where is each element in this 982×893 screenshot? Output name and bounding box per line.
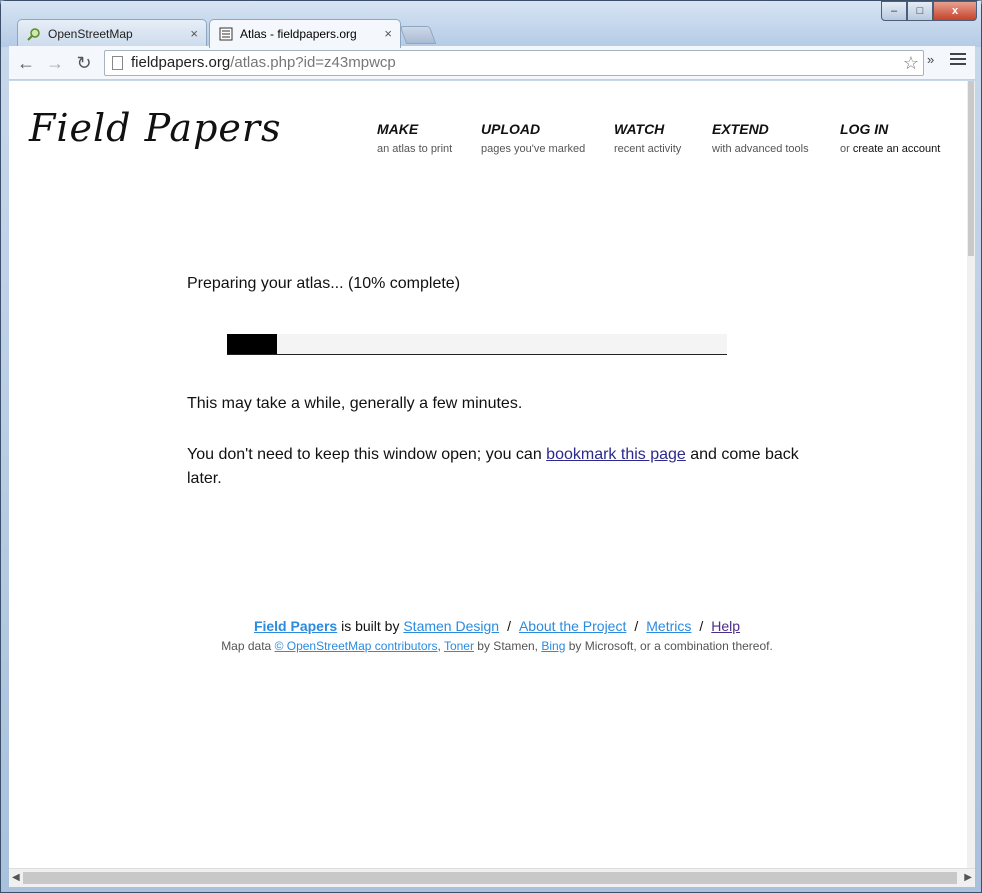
field-papers-link[interactable]: Field Papers [254, 618, 337, 634]
progress-bar [227, 334, 727, 355]
tab-atlas[interactable]: Atlas - fieldpapers.org × [209, 19, 401, 48]
nav-upload[interactable]: UPLOAD pages you've marked [481, 121, 585, 155]
address-path: /atlas.php?id=z43mpwcp [230, 54, 396, 71]
nav-title: MAKE [377, 121, 419, 137]
tab-openstreetmap[interactable]: OpenStreetMap × [17, 19, 207, 47]
nav-title: UPLOAD [481, 121, 541, 137]
address-bar[interactable]: fieldpapers.org/atlas.php?id=z43mpwcp ☆ [104, 50, 924, 76]
progress-fill [227, 334, 277, 354]
close-window-button[interactable]: x [933, 1, 977, 21]
new-tab-button[interactable] [399, 26, 437, 44]
magnifier-icon [27, 28, 40, 41]
forward-icon[interactable]: → [44, 52, 66, 74]
vertical-scrollbar[interactable] [967, 81, 975, 868]
bookmark-star-icon[interactable]: ☆ [903, 51, 919, 75]
about-link[interactable]: About the Project [519, 618, 626, 634]
browser-toolbar: ← → ↻ fieldpapers.org/atlas.php?id=z43mp… [9, 46, 975, 80]
site-logo[interactable]: Field Papers [29, 106, 282, 150]
help-link[interactable]: Help [711, 618, 740, 634]
nav-subtitle: recent activity [614, 143, 682, 155]
toner-link[interactable]: Toner [444, 639, 474, 653]
stamen-design-link[interactable]: Stamen Design [403, 618, 499, 634]
tab-label: OpenStreetMap [48, 27, 133, 41]
window-controls: – □ x [881, 1, 977, 21]
menu-icon[interactable] [950, 53, 966, 68]
create-account-link[interactable]: create an account [853, 143, 940, 155]
footer: Field Papers is built by Stamen Design / A… [9, 618, 967, 653]
page-icon [112, 56, 123, 70]
scroll-right-icon[interactable]: ▶ [964, 872, 972, 883]
page-viewport: Field Papers MAKE an atlas to print UPLO… [9, 81, 967, 868]
back-icon[interactable]: ← [15, 52, 37, 74]
bookmark-link[interactable]: bookmark this page [546, 446, 686, 463]
metrics-link[interactable]: Metrics [646, 618, 691, 634]
wait-note: This may take a while, generally a few m… [187, 395, 523, 412]
status-text: Preparing your atlas... (10% complete) [187, 275, 461, 292]
nav-make[interactable]: MAKE an atlas to print [377, 121, 452, 155]
nav-title: WATCH [614, 121, 665, 137]
maximize-button[interactable]: □ [907, 1, 933, 21]
close-tab-icon[interactable]: × [384, 20, 392, 48]
osm-link[interactable]: © OpenStreetMap contributors [275, 639, 438, 653]
atlas-favicon-icon [219, 27, 233, 41]
bookmark-note: You don't need to keep this window open;… [187, 446, 799, 487]
map-attribution: Map data © OpenStreetMap contributors, T… [221, 639, 773, 653]
horizontal-scrollbar[interactable]: ◀ ▶ [9, 868, 975, 887]
extensions-overflow-icon[interactable]: » [927, 52, 934, 67]
nav-title: EXTEND [712, 121, 769, 137]
bing-link[interactable]: Bing [541, 639, 565, 653]
browser-window: OpenStreetMap × Atlas - fieldpapers.org … [0, 0, 982, 893]
scroll-thumb[interactable] [968, 81, 974, 256]
nav-title: LOG IN [840, 121, 889, 137]
nav-watch[interactable]: WATCH recent activity [614, 121, 681, 155]
nav-subtitle: pages you've marked [481, 143, 586, 155]
reload-icon[interactable]: ↻ [73, 52, 95, 74]
minimize-button[interactable]: – [881, 1, 907, 21]
nav-login[interactable]: LOG IN or create an account [840, 121, 940, 155]
tab-strip: OpenStreetMap × Atlas - fieldpapers.org … [1, 1, 981, 48]
footer-links: Field Papers is built by Stamen Design / A… [253, 618, 741, 634]
address-host: fieldpapers.org [131, 54, 231, 71]
nav-extend[interactable]: EXTEND with advanced tools [712, 121, 809, 155]
scroll-left-icon[interactable]: ◀ [12, 872, 20, 883]
scroll-thumb[interactable] [23, 872, 957, 884]
tab-label: Atlas - fieldpapers.org [240, 27, 357, 41]
nav-subtitle: with advanced tools [712, 143, 809, 155]
nav-subtitle: an atlas to print [377, 143, 453, 155]
nav-subtitle: or create an account [840, 143, 941, 155]
close-tab-icon[interactable]: × [190, 20, 198, 48]
